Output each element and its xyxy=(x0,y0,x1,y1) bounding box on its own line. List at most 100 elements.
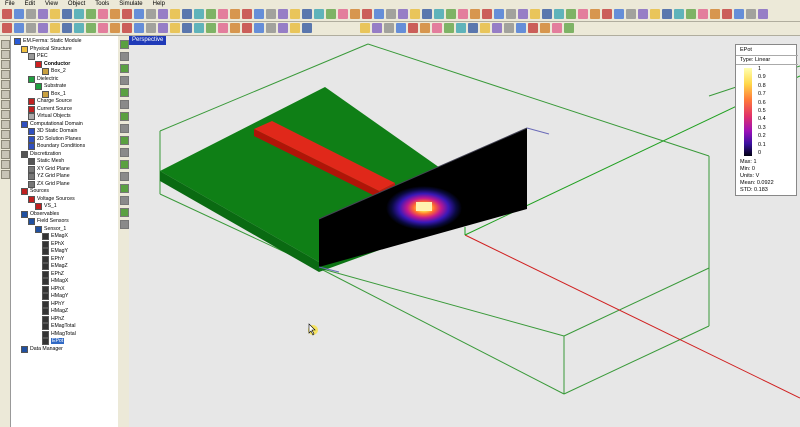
left-strip-button-icon[interactable] xyxy=(1,80,10,89)
tree-item-ephx[interactable]: EPhX xyxy=(42,240,64,248)
toolbar1-button-icon[interactable] xyxy=(710,9,720,19)
tree-item-hmagtotal[interactable]: HMagTotal xyxy=(42,330,76,338)
toolbar1-button-icon[interactable] xyxy=(326,9,336,19)
tree-item-pec[interactable]: PEC xyxy=(28,53,48,60)
toolbar1-button-icon[interactable] xyxy=(14,9,24,19)
toolbar2-button-icon[interactable] xyxy=(528,23,538,33)
toolbar1-button-icon[interactable] xyxy=(218,9,228,19)
toolbar1-button-icon[interactable] xyxy=(602,9,612,19)
menu-file[interactable]: File xyxy=(0,0,20,8)
left-strip-button-icon[interactable] xyxy=(1,100,10,109)
left-strip-button-icon[interactable] xyxy=(1,60,10,69)
left-strip-button-icon[interactable] xyxy=(1,70,10,79)
tool-strip-button-icon[interactable] xyxy=(120,208,129,217)
toolbar1-button-icon[interactable] xyxy=(386,9,396,19)
left-strip-button-icon[interactable] xyxy=(1,110,10,119)
toolbar2-button-icon[interactable] xyxy=(218,23,228,33)
tree-item-physical-structure[interactable]: Physical Structure xyxy=(21,45,72,53)
toolbar1-button-icon[interactable] xyxy=(98,9,108,19)
toolbar1-button-icon[interactable] xyxy=(374,9,384,19)
toolbar1-button-icon[interactable] xyxy=(38,9,48,19)
tree-item-hmagy[interactable]: HMagY xyxy=(42,293,68,300)
tree-item-box-2[interactable]: Box_2 xyxy=(42,68,66,75)
toolbar1-button-icon[interactable] xyxy=(578,9,588,19)
toolbar1-button-icon[interactable] xyxy=(122,9,132,19)
tree-item-sensor-1[interactable]: Sensor_1 xyxy=(35,225,66,233)
toolbar2-button-icon[interactable] xyxy=(110,23,120,33)
toolbar1-button-icon[interactable] xyxy=(230,9,240,19)
toolbar1-button-icon[interactable] xyxy=(746,9,756,19)
toolbar2-button-icon[interactable] xyxy=(408,23,418,33)
toolbar1-button-icon[interactable] xyxy=(638,9,648,19)
toolbar1-button-icon[interactable] xyxy=(266,9,276,19)
tool-strip-button-icon[interactable] xyxy=(120,40,129,49)
3d-viewport[interactable]: Perspective EPot Type: Linear 1 0.9 0.8 0.7… xyxy=(129,36,800,427)
left-strip-button-icon[interactable] xyxy=(1,170,10,179)
toolbar2-button-icon[interactable] xyxy=(540,23,550,33)
toolbar1-button-icon[interactable] xyxy=(170,9,180,19)
toolbar1-button-icon[interactable] xyxy=(62,9,72,19)
toolbar1-button-icon[interactable] xyxy=(662,9,672,19)
tree-item-zx-grid-plane[interactable]: ZX Grid Plane xyxy=(28,180,70,188)
toolbar1-button-icon[interactable] xyxy=(458,9,468,19)
toolbar2-button-icon[interactable] xyxy=(468,23,478,33)
toolbar2-button-icon[interactable] xyxy=(158,23,168,33)
tree-item-emagy[interactable]: EMagY xyxy=(42,248,68,255)
tree-item-hphz[interactable]: HPhZ xyxy=(42,315,64,323)
toolbar1-button-icon[interactable] xyxy=(314,9,324,19)
toolbar1-button-icon[interactable] xyxy=(698,9,708,19)
left-strip-button-icon[interactable] xyxy=(1,50,10,59)
toolbar1-button-icon[interactable] xyxy=(278,9,288,19)
toolbar2-button-icon[interactable] xyxy=(254,23,264,33)
toolbar1-button-icon[interactable] xyxy=(134,9,144,19)
toolbar1-button-icon[interactable] xyxy=(290,9,300,19)
tree-item-observables[interactable]: Observables xyxy=(21,210,59,218)
left-strip-button-icon[interactable] xyxy=(1,130,10,139)
toolbar1-button-icon[interactable] xyxy=(74,9,84,19)
tree-item-dielectric[interactable]: Dielectric xyxy=(28,75,58,83)
tree-item-box-1[interactable]: Box_1 xyxy=(42,90,66,98)
tree-item-substrate[interactable]: Substrate xyxy=(35,83,66,90)
toolbar1-button-icon[interactable] xyxy=(590,9,600,19)
toolbar1-button-icon[interactable] xyxy=(110,9,120,19)
toolbar2-button-icon[interactable] xyxy=(290,23,300,33)
toolbar1-button-icon[interactable] xyxy=(542,9,552,19)
toolbar2-button-icon[interactable] xyxy=(86,23,96,33)
toolbar2-button-icon[interactable] xyxy=(98,23,108,33)
tool-strip-button-icon[interactable] xyxy=(120,88,129,97)
toolbar2-button-icon[interactable] xyxy=(194,23,204,33)
tree-item-conductor[interactable]: Conductor xyxy=(35,60,70,68)
toolbar2-button-icon[interactable] xyxy=(564,23,574,33)
toolbar1-button-icon[interactable] xyxy=(758,9,768,19)
toolbar1-button-icon[interactable] xyxy=(674,9,684,19)
tree-item-hmagz[interactable]: HMagZ xyxy=(42,308,68,315)
tree-item-epot[interactable]: EPot xyxy=(42,338,65,345)
toolbar2-button-icon[interactable] xyxy=(504,23,514,33)
tool-strip-button-icon[interactable] xyxy=(120,196,129,205)
view-tab-perspective[interactable]: Perspective xyxy=(129,36,167,45)
tool-strip-button-icon[interactable] xyxy=(120,124,129,133)
toolbar1-button-icon[interactable] xyxy=(650,9,660,19)
toolbar2-button-icon[interactable] xyxy=(302,23,312,33)
menu-view[interactable]: View xyxy=(40,0,63,8)
toolbar1-button-icon[interactable] xyxy=(518,9,528,19)
menu-edit[interactable]: Edit xyxy=(20,0,40,8)
toolbar1-button-icon[interactable] xyxy=(566,9,576,19)
tree-item-ephz[interactable]: EPhZ xyxy=(42,270,64,278)
toolbar1-button-icon[interactable] xyxy=(254,9,264,19)
toolbar2-button-icon[interactable] xyxy=(480,23,490,33)
tool-strip-button-icon[interactable] xyxy=(120,184,129,193)
toolbar1-button-icon[interactable] xyxy=(722,9,732,19)
tree-item-3d-static-domain[interactable]: 3D Static Domain xyxy=(28,128,77,135)
toolbar1-button-icon[interactable] xyxy=(626,9,636,19)
toolbar2-button-icon[interactable] xyxy=(170,23,180,33)
tree-item-discretization[interactable]: Discretization xyxy=(21,150,61,158)
toolbar1-button-icon[interactable] xyxy=(470,9,480,19)
tree-item-sources[interactable]: Sources xyxy=(21,188,49,195)
menu-tools[interactable]: Tools xyxy=(90,0,114,8)
tool-strip-button-icon[interactable] xyxy=(120,76,129,85)
tree-item-data-manager[interactable]: Data Manager xyxy=(21,345,63,353)
toolbar1-button-icon[interactable] xyxy=(686,9,696,19)
toolbar2-button-icon[interactable] xyxy=(2,23,12,33)
left-strip-button-icon[interactable] xyxy=(1,90,10,99)
